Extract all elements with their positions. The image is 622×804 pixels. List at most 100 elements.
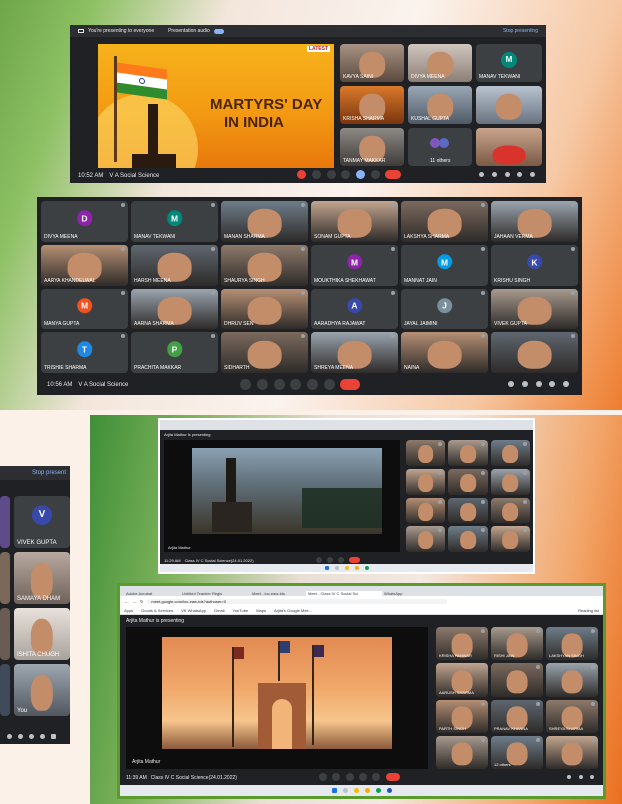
participant-tile[interactable] bbox=[406, 497, 446, 524]
bookmark[interactable]: Maps bbox=[256, 608, 266, 613]
participant-tile[interactable]: RISHI JAIN bbox=[491, 627, 543, 661]
participant-tile[interactable]: PRANAV KHANNA bbox=[491, 699, 543, 733]
grid-icon[interactable] bbox=[51, 733, 56, 739]
participant-tile[interactable] bbox=[448, 497, 488, 524]
pin-icon[interactable] bbox=[481, 629, 485, 633]
activities-icon[interactable] bbox=[517, 172, 523, 177]
edge-icon[interactable] bbox=[364, 566, 369, 570]
participant-tile[interactable] bbox=[406, 526, 446, 552]
participant-tile[interactable] bbox=[476, 128, 542, 166]
captions-button[interactable] bbox=[345, 773, 354, 781]
pin-icon[interactable] bbox=[571, 290, 575, 295]
participant-tile[interactable] bbox=[406, 468, 446, 495]
participant-tile[interactable] bbox=[436, 735, 488, 769]
presentation-audio-toggle[interactable] bbox=[213, 28, 224, 34]
more-options-button[interactable] bbox=[372, 773, 381, 781]
captions-button[interactable] bbox=[273, 378, 285, 390]
participant-tile[interactable] bbox=[476, 86, 542, 124]
bookmark[interactable]: VK WhatsApp bbox=[181, 608, 206, 613]
raise-hand-button[interactable] bbox=[290, 378, 302, 390]
info-icon[interactable] bbox=[508, 381, 515, 387]
raise-hand-button[interactable] bbox=[341, 170, 351, 179]
participant-tile[interactable]: M MANAV TEKWANI bbox=[476, 44, 542, 82]
pin-icon[interactable] bbox=[481, 290, 485, 295]
search-icon[interactable] bbox=[334, 566, 339, 570]
participant-tile[interactable]: A AARADHYA RAJAWAT bbox=[311, 288, 398, 330]
participant-tile[interactable]: KRISHA SHARMA bbox=[340, 86, 404, 124]
info-icon[interactable] bbox=[7, 733, 12, 739]
participant-tile[interactable]: M MANNAT JAIN bbox=[401, 244, 488, 286]
participant-tile[interactable]: ISHITA CHUGH bbox=[14, 608, 70, 660]
captions-button[interactable] bbox=[326, 170, 336, 179]
participant-tile[interactable] bbox=[546, 663, 598, 697]
participant-tile[interactable]: NAINA bbox=[401, 332, 488, 373]
leave-call-button[interactable] bbox=[340, 378, 361, 390]
more-options-button[interactable] bbox=[323, 378, 335, 390]
participant-tile[interactable] bbox=[406, 440, 446, 466]
url-field[interactable]: meet.google.com/loc-eaw-tds?authuser=0 bbox=[147, 598, 448, 604]
participant-tile[interactable]: TANMAY MAKKAR bbox=[340, 128, 404, 166]
info-icon[interactable] bbox=[567, 775, 572, 779]
host-controls-icon[interactable] bbox=[563, 381, 569, 387]
leave-call-button[interactable] bbox=[385, 170, 402, 179]
bookmark[interactable]: Gmail bbox=[214, 608, 224, 613]
search-icon[interactable] bbox=[342, 788, 348, 793]
host-controls-icon[interactable] bbox=[530, 172, 535, 177]
people-icon[interactable] bbox=[491, 172, 497, 177]
participant-tile[interactable]: SONAM GUPTA bbox=[311, 201, 398, 242]
others-tile[interactable]: 11 others bbox=[408, 128, 472, 166]
leave-call-button[interactable] bbox=[385, 773, 400, 781]
reading-list[interactable]: Reading list bbox=[578, 608, 599, 613]
participant-tile[interactable] bbox=[490, 468, 530, 495]
pin-icon[interactable] bbox=[121, 203, 125, 207]
info-icon[interactable] bbox=[479, 172, 485, 177]
people-icon[interactable] bbox=[18, 733, 23, 739]
participant-tile[interactable]: HARSH MEENA bbox=[131, 244, 218, 286]
leave-call-button[interactable] bbox=[348, 556, 360, 563]
participant-tile[interactable]: SHREYA SHARMA bbox=[546, 699, 598, 733]
microphone-button[interactable] bbox=[315, 556, 322, 563]
participant-tile[interactable]: D DIVYA MEENA bbox=[41, 201, 128, 242]
participant-tile[interactable] bbox=[491, 332, 578, 373]
microphone-button[interactable] bbox=[318, 773, 327, 781]
pin-icon[interactable] bbox=[536, 737, 540, 742]
pin-icon[interactable] bbox=[481, 701, 485, 706]
camera-button[interactable] bbox=[326, 556, 333, 563]
participant-tile[interactable]: 12 others bbox=[491, 735, 543, 769]
participant-tile[interactable] bbox=[448, 468, 488, 495]
people-icon[interactable] bbox=[521, 381, 528, 387]
pin-icon[interactable] bbox=[121, 334, 125, 339]
pin-icon[interactable] bbox=[480, 499, 485, 504]
participant-tile[interactable]: KRISHA PANWAR bbox=[436, 627, 488, 661]
present-button[interactable] bbox=[307, 378, 319, 390]
stop-presenting-button[interactable]: Stop present bbox=[32, 470, 66, 476]
microphone-button[interactable] bbox=[240, 378, 252, 390]
participant-tile[interactable] bbox=[546, 735, 598, 769]
camera-button[interactable] bbox=[312, 170, 322, 179]
participant-tile[interactable] bbox=[490, 440, 530, 466]
participant-tile[interactable]: DHRUV SEN bbox=[221, 288, 308, 330]
chat-icon[interactable] bbox=[29, 733, 34, 739]
pin-icon[interactable] bbox=[480, 528, 485, 533]
pin-icon[interactable] bbox=[211, 246, 215, 251]
present-button[interactable] bbox=[356, 170, 366, 179]
chrome-icon[interactable] bbox=[353, 788, 359, 793]
pin-icon[interactable] bbox=[591, 629, 595, 633]
participant-tile[interactable]: MANAN SHARMA bbox=[221, 201, 308, 242]
self-view-tile[interactable]: You bbox=[14, 664, 70, 716]
stop-presenting-button[interactable]: Stop presenting bbox=[503, 28, 538, 34]
pin-icon[interactable] bbox=[536, 629, 540, 633]
pin-icon[interactable] bbox=[571, 246, 575, 251]
participant-tile[interactable]: JAHAAN VERMA bbox=[491, 201, 578, 242]
participant-tile[interactable] bbox=[491, 663, 543, 697]
participant-tile[interactable]: LAKSHYAN SINGH bbox=[546, 627, 598, 661]
word-icon[interactable] bbox=[386, 788, 392, 793]
bookmark[interactable]: Arjita's Google Mee... bbox=[274, 608, 312, 613]
pin-icon[interactable] bbox=[536, 701, 540, 706]
participant-tile[interactable]: SIDHARTH bbox=[221, 332, 308, 373]
bookmark[interactable]: YouTube bbox=[233, 608, 249, 613]
participant-tile[interactable]: AARYA KHANDELWAL bbox=[41, 244, 128, 286]
participant-tile[interactable]: M MANAV TEKWANI bbox=[131, 201, 218, 242]
participant-tile[interactable]: PARTH SINGH bbox=[436, 699, 488, 733]
pin-icon[interactable] bbox=[481, 737, 485, 742]
